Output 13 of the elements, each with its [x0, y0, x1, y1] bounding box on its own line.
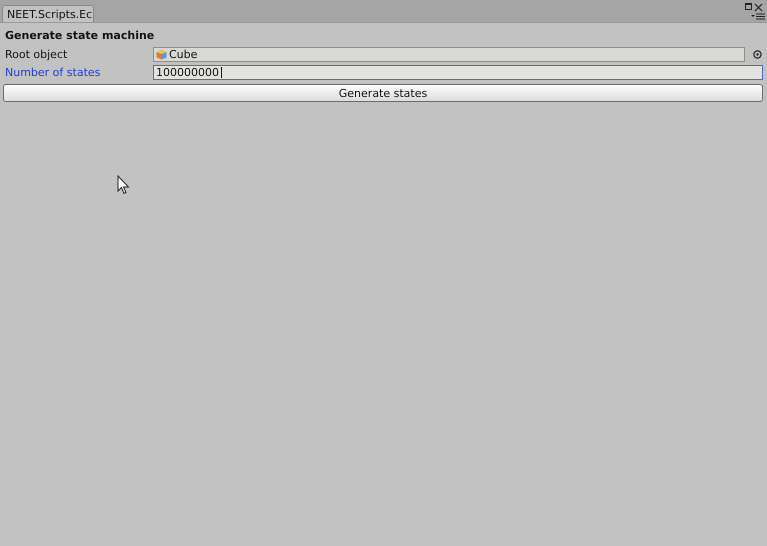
cursor-icon [117, 175, 130, 195]
generate-button[interactable]: Generate states [3, 84, 763, 102]
cube-icon [156, 48, 167, 60]
field-label: Number of states [5, 66, 102, 78]
close-icon[interactable] [754, 3, 763, 12]
object-field[interactable]: Cube [153, 46, 745, 62]
section-title: Generate state machine [5, 28, 156, 44]
window-tab[interactable]: NEET.Scripts.Ec [2, 5, 94, 22]
number-field[interactable]: 100000000 [153, 64, 763, 80]
field-label: Root object [5, 48, 68, 60]
menu-icon[interactable] [751, 13, 765, 20]
maximize-icon[interactable] [745, 3, 752, 10]
target-icon[interactable] [753, 50, 762, 58]
